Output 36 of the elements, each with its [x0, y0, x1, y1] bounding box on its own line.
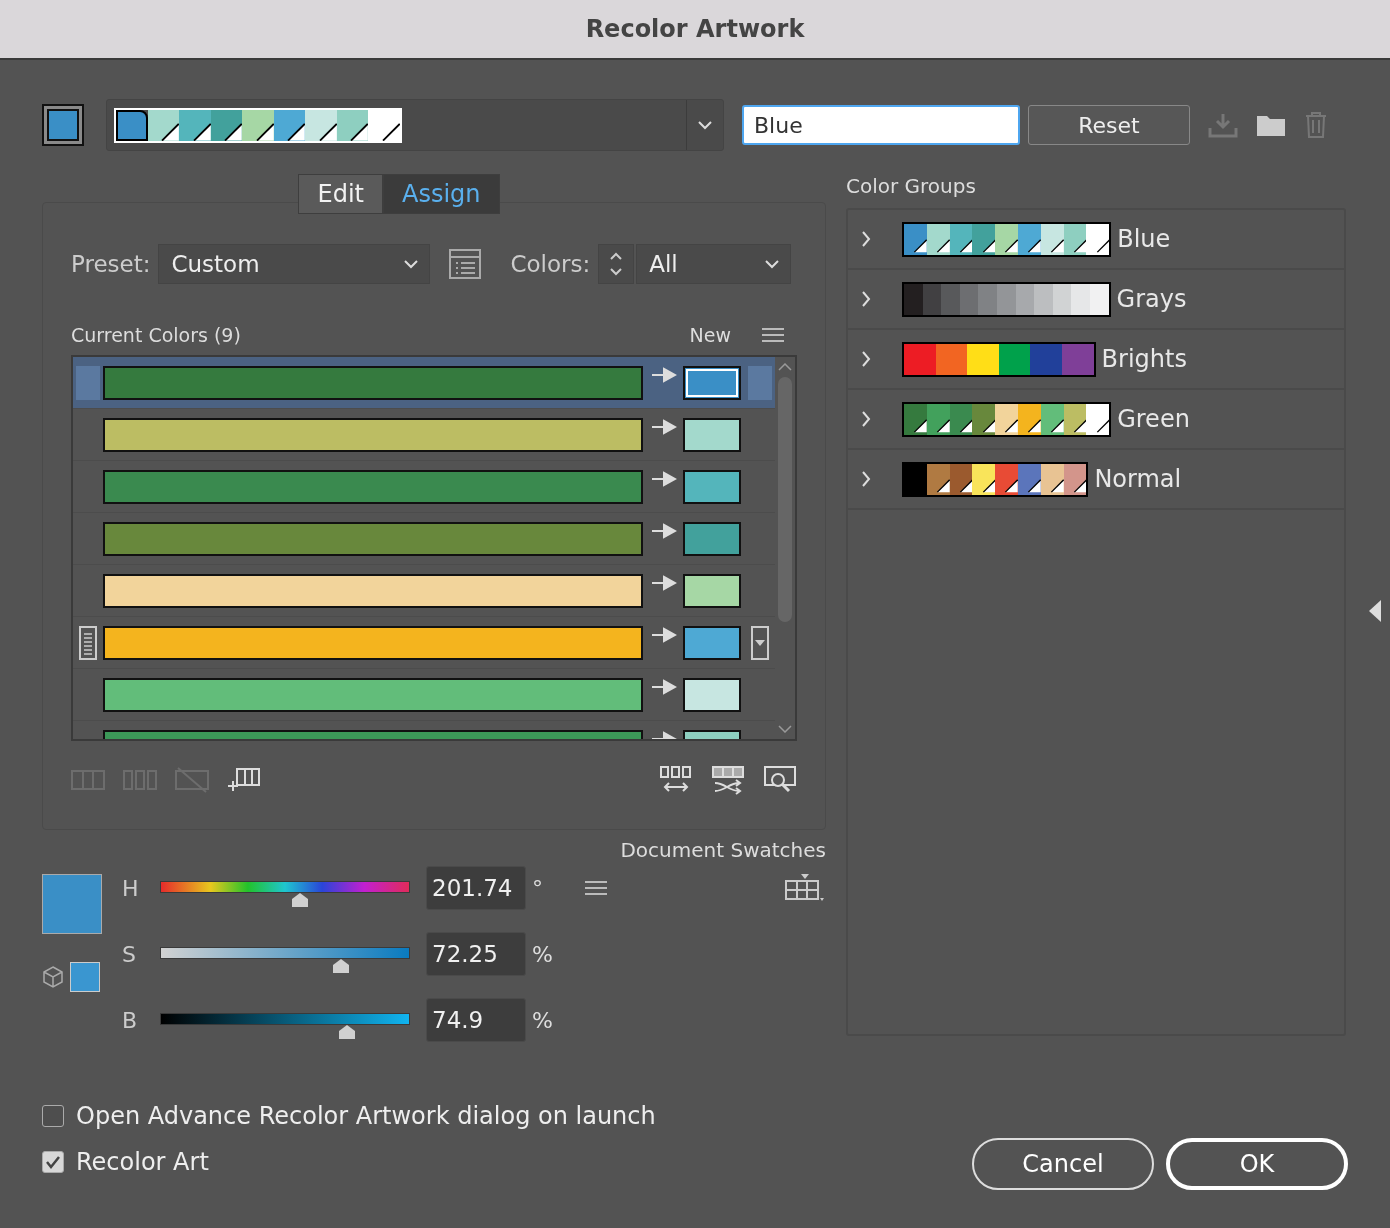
- tab[interactable]: Edit: [298, 174, 383, 214]
- dialog-button[interactable]: Cancel: [972, 1138, 1154, 1190]
- colors-label: Colors:: [510, 251, 591, 277]
- color-group-row[interactable]: Brights: [848, 330, 1344, 390]
- value-field[interactable]: 72.25: [426, 932, 526, 976]
- checkbox-label: Open Advance Recolor Artwork dialog on launch: [76, 1102, 656, 1130]
- window-title: Recolor Artwork: [585, 15, 805, 43]
- slider-label: S: [122, 941, 137, 967]
- value-field[interactable]: 74.9: [426, 998, 526, 1042]
- unit-label: °: [532, 875, 544, 901]
- tab[interactable]: Assign: [382, 174, 500, 214]
- group-name: Grays: [1116, 285, 1187, 313]
- unit-label: %: [532, 941, 554, 967]
- color-group-row[interactable]: Green: [848, 390, 1344, 450]
- document-swatches-label: Document Swatches: [620, 838, 826, 862]
- group-name: Blue: [1117, 225, 1171, 253]
- colors-dropdown[interactable]: All: [636, 244, 792, 284]
- name-field[interactable]: Blue: [742, 105, 1020, 145]
- checkbox-label: Recolor Art: [76, 1148, 209, 1176]
- reset-button[interactable]: Reset: [1028, 105, 1190, 145]
- dialog-button[interactable]: OK: [1166, 1138, 1348, 1190]
- slider-label: B: [122, 1007, 139, 1033]
- color-group-row[interactable]: Normal: [848, 450, 1344, 510]
- slider-label: H: [122, 875, 140, 901]
- value-field[interactable]: 201.74: [426, 866, 526, 910]
- group-name: Normal: [1094, 465, 1182, 493]
- current-colors-label: Current Colors (9): [71, 324, 241, 346]
- group-name: Brights: [1101, 345, 1187, 373]
- unit-label: %: [532, 1007, 554, 1033]
- color-groups-label: Color Groups: [846, 174, 977, 200]
- color-group-row[interactable]: Blue: [848, 210, 1344, 270]
- preset-label: Preset:: [71, 251, 151, 277]
- new-label: New: [689, 324, 731, 346]
- group-name: Green: [1117, 405, 1190, 433]
- color-group-row[interactable]: Grays: [848, 270, 1344, 330]
- preset-dropdown[interactable]: Custom: [158, 244, 431, 284]
